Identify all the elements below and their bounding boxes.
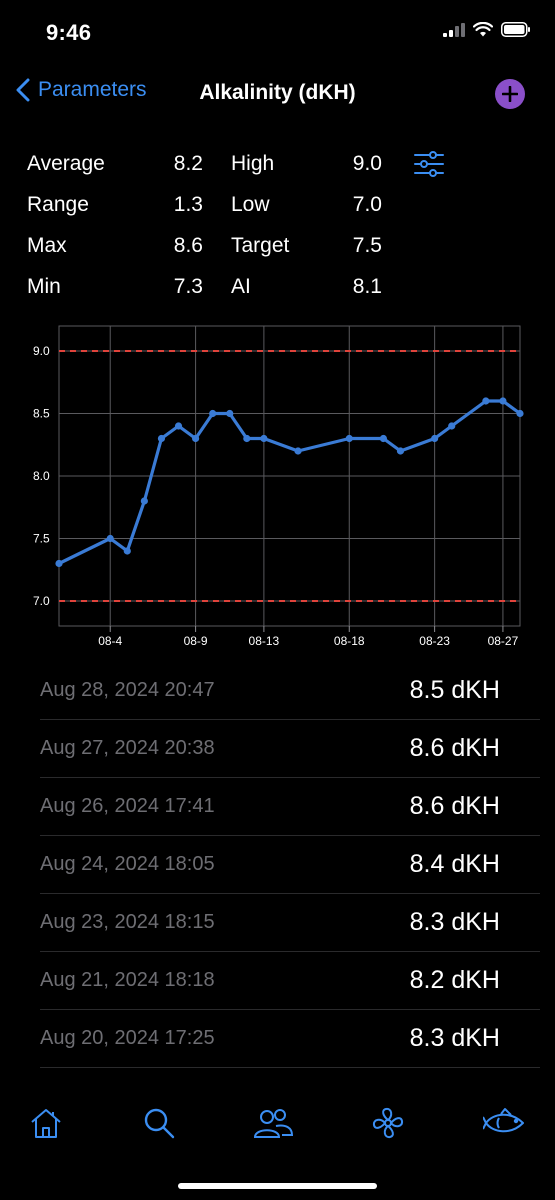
page-title-text: Alkalinity (dKH) bbox=[199, 81, 356, 104]
reading-value: 8.5 dKH bbox=[409, 676, 500, 704]
reading-value: 8.3 dKH bbox=[409, 1024, 500, 1052]
reading-value: 8.6 dKH bbox=[409, 734, 500, 762]
y-tick-label: 7.0 bbox=[33, 594, 50, 608]
wifi-icon bbox=[473, 22, 493, 37]
y-tick-label: 9.0 bbox=[33, 344, 50, 358]
data-point bbox=[499, 397, 507, 405]
y-tick-label: 8.5 bbox=[33, 407, 50, 421]
data-point bbox=[123, 547, 131, 555]
x-tick-label: 08-13 bbox=[249, 634, 280, 648]
tab-home[interactable] bbox=[29, 1106, 63, 1145]
stat-target-label: Target bbox=[231, 234, 290, 257]
data-point bbox=[482, 397, 490, 405]
stat-low-value: 7.0 bbox=[352, 193, 382, 216]
tab-search[interactable] bbox=[142, 1106, 176, 1145]
data-point bbox=[516, 409, 524, 418]
data-point bbox=[431, 434, 439, 443]
data-point bbox=[209, 409, 217, 418]
stat-high-label: High bbox=[231, 152, 275, 175]
stat-average-label: Average bbox=[27, 152, 105, 175]
stat-ai-label: AI bbox=[231, 275, 251, 298]
reading-row[interactable]: Aug 24, 2024 18:05 8.4 dKH bbox=[40, 836, 540, 894]
stat-range-label: Range bbox=[27, 193, 89, 216]
reading-value: 8.3 dKH bbox=[409, 908, 500, 936]
tab-fan[interactable] bbox=[371, 1106, 405, 1145]
reading-value: 8.2 dKH bbox=[409, 966, 500, 994]
reading-row[interactable]: Aug 26, 2024 17:41 8.6 dKH bbox=[40, 778, 540, 836]
stat-high-value: 9.0 bbox=[352, 152, 382, 175]
stat-min-label: Min bbox=[27, 275, 61, 298]
x-tick-label: 08-27 bbox=[488, 634, 519, 648]
reading-row[interactable]: Aug 21, 2024 18:18 8.2 dKH bbox=[40, 952, 540, 1010]
page-title: Alkalinity (dKH) bbox=[0, 81, 555, 105]
x-tick-label: 08-4 bbox=[98, 634, 122, 648]
navigation-bar: Parameters Alkalinity (dKH) bbox=[0, 72, 555, 116]
data-point bbox=[260, 434, 268, 443]
data-point bbox=[106, 534, 114, 543]
data-point bbox=[345, 434, 353, 443]
people-icon bbox=[253, 1109, 294, 1138]
reading-date: Aug 20, 2024 17:25 bbox=[40, 1027, 215, 1049]
cellular-signal-icon bbox=[443, 22, 465, 37]
stat-ai-value: 8.1 bbox=[352, 275, 382, 298]
data-point bbox=[157, 434, 166, 443]
x-tick-label: 08-18 bbox=[334, 634, 365, 648]
fish-icon bbox=[482, 1108, 524, 1133]
reading-date: Aug 26, 2024 17:41 bbox=[40, 795, 215, 817]
status-bar: 9:46 bbox=[0, 0, 555, 64]
reading-row[interactable]: Aug 28, 2024 20:47 8.5 dKH bbox=[40, 662, 540, 720]
reading-date: Aug 24, 2024 18:05 bbox=[40, 853, 215, 875]
data-point bbox=[55, 559, 63, 568]
y-tick-label: 8.0 bbox=[33, 469, 50, 483]
stat-average-value: 8.2 bbox=[173, 152, 203, 175]
x-tick-label: 08-23 bbox=[419, 634, 450, 648]
data-point bbox=[191, 434, 200, 443]
data-point bbox=[379, 434, 388, 443]
data-point bbox=[140, 497, 148, 505]
x-tick-label: 08-9 bbox=[184, 634, 208, 648]
battery-icon bbox=[501, 22, 530, 37]
data-point bbox=[174, 422, 183, 430]
stat-range-value: 1.3 bbox=[173, 193, 203, 216]
stat-target-value: 7.5 bbox=[352, 234, 382, 257]
alkalinity-line-chart: 7.0 7.5 8.0 8.5 9.0 08-4 08-9 08-13 08-18 08-23 08… bbox=[33, 325, 524, 648]
data-point bbox=[226, 409, 234, 418]
stat-max-label: Max bbox=[27, 234, 67, 257]
tab-fish[interactable] bbox=[482, 1106, 527, 1145]
tab-people[interactable] bbox=[252, 1106, 294, 1145]
data-point bbox=[294, 447, 302, 455]
stat-min-value: 7.3 bbox=[173, 275, 203, 298]
data-point bbox=[448, 422, 456, 430]
data-point bbox=[243, 434, 251, 443]
reading-date: Aug 27, 2024 20:38 bbox=[40, 737, 215, 759]
reading-row[interactable]: Aug 27, 2024 20:38 8.6 dKH bbox=[40, 720, 540, 778]
reading-row[interactable]: Aug 23, 2024 18:15 8.3 dKH bbox=[40, 894, 540, 952]
stat-max-value: 8.6 bbox=[173, 234, 203, 257]
reading-date: Aug 28, 2024 20:47 bbox=[40, 679, 215, 701]
filter-settings-button[interactable] bbox=[413, 151, 445, 182]
reading-row[interactable]: Aug 20, 2024 17:25 8.3 dKH bbox=[40, 1010, 540, 1068]
y-tick-label: 7.5 bbox=[33, 532, 50, 546]
stat-low-label: Low bbox=[231, 193, 270, 216]
reading-value: 8.4 dKH bbox=[409, 850, 500, 878]
fan-icon bbox=[372, 1107, 404, 1139]
status-icons bbox=[443, 22, 531, 37]
tab-bar bbox=[0, 1100, 555, 1160]
status-time: 9:46 bbox=[46, 20, 92, 45]
sliders-icon bbox=[414, 151, 444, 177]
reading-date: Aug 23, 2024 18:15 bbox=[40, 911, 215, 933]
home-indicator bbox=[178, 1183, 377, 1189]
search-icon bbox=[144, 1108, 175, 1139]
reading-value: 8.6 dKH bbox=[409, 792, 500, 820]
reading-date: Aug 21, 2024 18:18 bbox=[40, 969, 215, 991]
add-button[interactable] bbox=[495, 79, 525, 109]
home-icon bbox=[31, 1109, 61, 1138]
plus-icon bbox=[502, 86, 518, 102]
readings-list: Aug 28, 2024 20:47 8.5 dKH Aug 27, 2024 20… bbox=[40, 662, 540, 1068]
data-point bbox=[396, 447, 405, 455]
